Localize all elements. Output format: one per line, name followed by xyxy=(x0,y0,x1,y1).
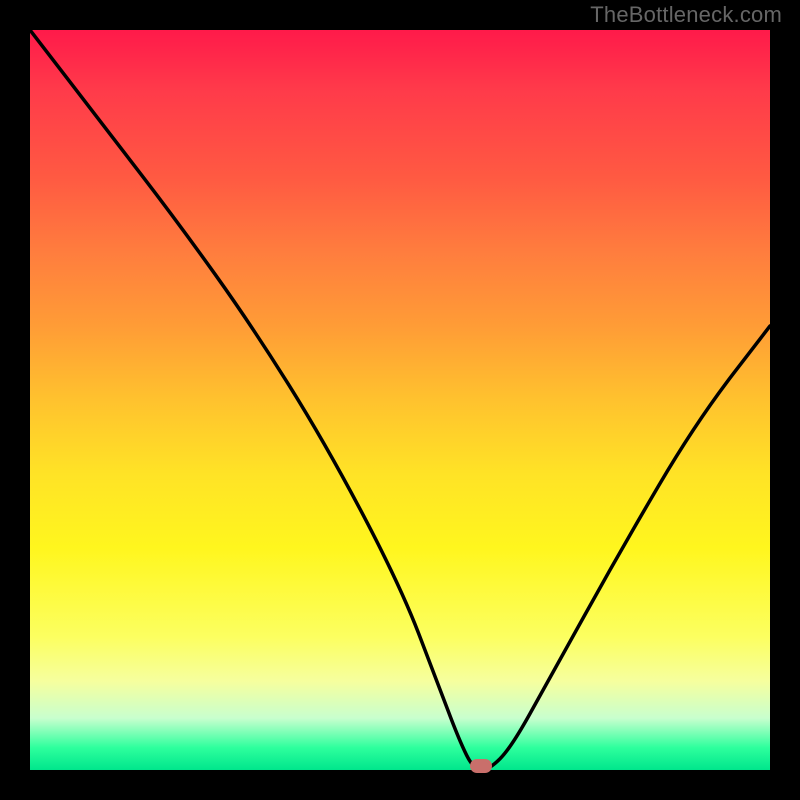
curve-layer xyxy=(30,30,770,770)
bottleneck-curve xyxy=(30,30,770,770)
plot-area xyxy=(30,30,770,770)
optimal-marker xyxy=(470,759,492,773)
chart-frame: TheBottleneck.com xyxy=(0,0,800,800)
watermark-text: TheBottleneck.com xyxy=(590,2,782,28)
